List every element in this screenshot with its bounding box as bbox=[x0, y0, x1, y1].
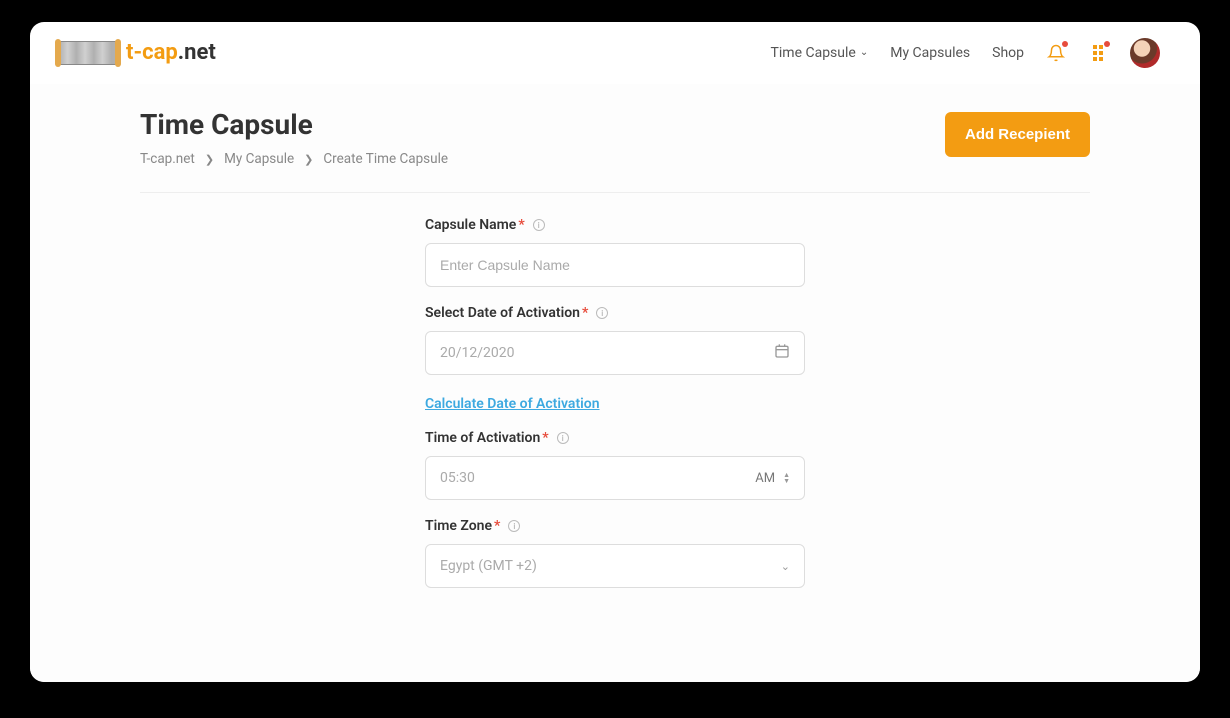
required-mark: * bbox=[494, 518, 500, 534]
nav-shop[interactable]: Shop bbox=[992, 45, 1024, 61]
nav-time-capsule[interactable]: Time Capsule ⌄ bbox=[771, 45, 869, 61]
activation-date-label: Select Date of Activation bbox=[425, 305, 580, 321]
logo[interactable]: t-cap.net bbox=[58, 40, 216, 65]
activation-date-input[interactable]: 20/12/2020 bbox=[425, 331, 805, 375]
calendar-icon bbox=[774, 343, 790, 363]
capsule-name-input[interactable] bbox=[425, 243, 805, 287]
chevron-down-icon: ▼ bbox=[783, 478, 790, 484]
chevron-right-icon: ❯ bbox=[304, 153, 313, 166]
required-mark: * bbox=[518, 217, 524, 233]
notification-dot bbox=[1062, 41, 1068, 47]
required-mark: * bbox=[582, 305, 588, 321]
page-title: Time Capsule bbox=[140, 108, 448, 141]
apps-button[interactable] bbox=[1088, 43, 1108, 63]
notifications-button[interactable] bbox=[1046, 43, 1066, 63]
nav-my-capsules[interactable]: My Capsules bbox=[890, 45, 970, 61]
chevron-down-icon: ⌄ bbox=[860, 47, 868, 58]
logo-image bbox=[58, 41, 118, 65]
logo-text: t-cap.net bbox=[126, 40, 216, 65]
info-icon[interactable]: i bbox=[533, 219, 545, 231]
calculate-date-link[interactable]: Calculate Date of Activation bbox=[425, 396, 600, 412]
info-icon[interactable]: i bbox=[596, 307, 608, 319]
time-spinner[interactable]: ▲ ▼ bbox=[783, 472, 790, 484]
activation-time-input[interactable]: 05:30 AM ▲ ▼ bbox=[425, 456, 805, 500]
chevron-down-icon: ⌄ bbox=[781, 560, 790, 573]
info-icon[interactable]: i bbox=[557, 432, 569, 444]
timezone-value: Egypt (GMT +2) bbox=[440, 558, 537, 574]
chevron-right-icon: ❯ bbox=[205, 153, 214, 166]
apps-dot bbox=[1104, 41, 1110, 47]
breadcrumb-level1[interactable]: My Capsule bbox=[224, 151, 294, 167]
breadcrumb: T-cap.net ❯ My Capsule ❯ Create Time Cap… bbox=[140, 151, 448, 167]
required-mark: * bbox=[542, 430, 548, 446]
activation-time-label: Time of Activation bbox=[425, 430, 540, 446]
breadcrumb-level2: Create Time Capsule bbox=[323, 151, 448, 167]
user-avatar[interactable] bbox=[1130, 38, 1160, 68]
activation-date-value: 20/12/2020 bbox=[440, 345, 515, 361]
time-period: AM bbox=[755, 471, 775, 486]
add-recipient-button[interactable]: Add Recepient bbox=[945, 112, 1090, 157]
capsule-name-label: Capsule Name bbox=[425, 217, 516, 233]
timezone-select[interactable]: Egypt (GMT +2) ⌄ bbox=[425, 544, 805, 588]
nav-time-capsule-label: Time Capsule bbox=[771, 45, 856, 61]
info-icon[interactable]: i bbox=[508, 520, 520, 532]
grid-icon bbox=[1093, 45, 1103, 61]
activation-time-value: 05:30 bbox=[440, 470, 475, 486]
breadcrumb-root[interactable]: T-cap.net bbox=[140, 151, 195, 167]
timezone-label: Time Zone bbox=[425, 518, 492, 534]
